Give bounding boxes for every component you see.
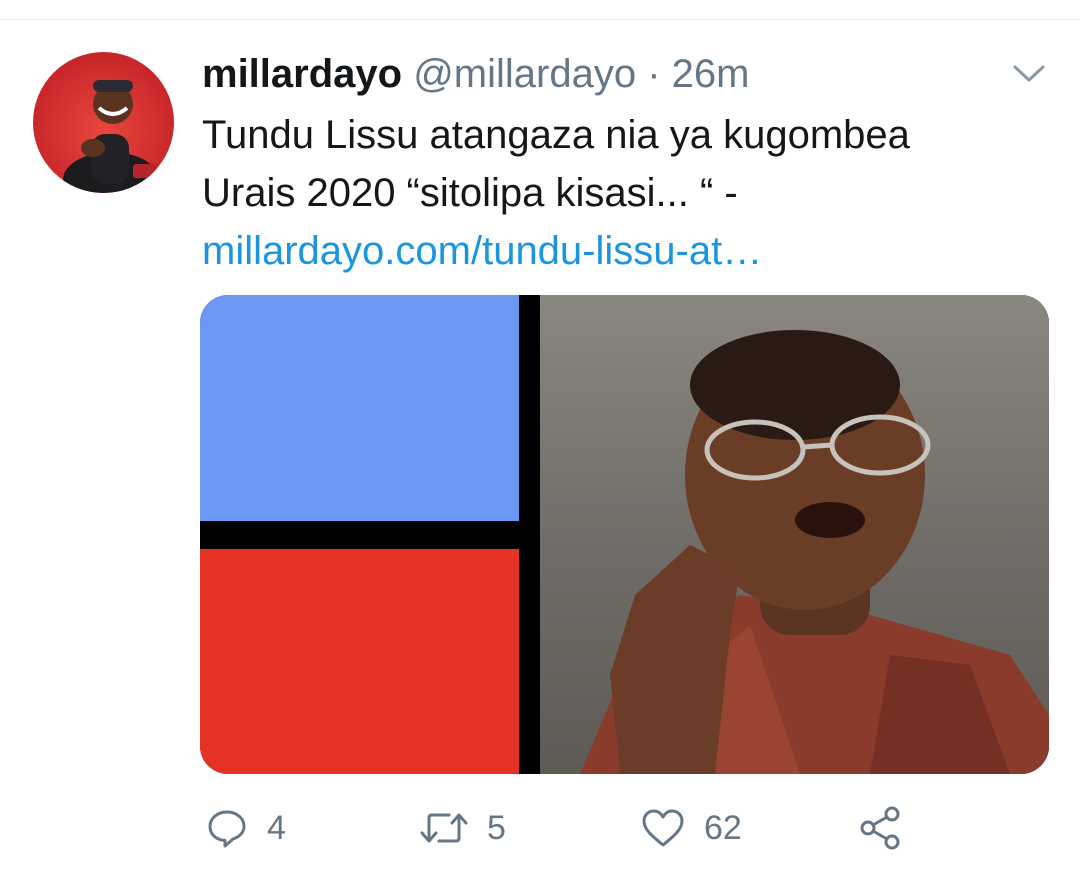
heart-icon [642,809,684,847]
timestamp[interactable]: 26m [672,52,750,96]
retweet-button[interactable]: 5 [419,800,506,856]
top-divider [0,19,1080,20]
tweet-actions: 4 5 62 [0,800,1080,860]
media-blue-panel [200,295,519,521]
chevron-down-icon[interactable] [1010,60,1048,86]
separator-dot: · [647,52,661,96]
tweet-header: millardayo @millardayo · 26m [202,50,749,98]
media-red-panel [200,549,519,774]
tweet-text-line: Tundu Lissu atangaza nia ya kugombea [202,113,910,157]
handle[interactable]: @millardayo [413,52,636,96]
display-name[interactable]: millardayo [202,52,402,96]
share-icon [860,806,900,850]
share-button[interactable] [858,800,904,856]
tweet-media[interactable] [200,295,1049,774]
tweet-text: Tundu Lissu atangaza nia ya kugombea Ura… [202,106,1052,280]
tweet-link[interactable]: millardayo.com/tundu-lissu-at… [202,222,1052,280]
avatar-image [63,80,159,193]
tweet-text-line: Urais 2020 “sitolipa kisasi... “ - [202,171,738,215]
like-button[interactable]: 62 [640,800,742,856]
media-photo [540,295,1049,774]
retweet-count: 5 [487,808,506,847]
reply-icon [208,810,246,848]
avatar[interactable] [33,52,174,193]
reply-button[interactable]: 4 [205,800,286,856]
like-count: 62 [704,808,742,847]
reply-count: 4 [267,808,286,847]
retweet-icon [420,813,468,843]
